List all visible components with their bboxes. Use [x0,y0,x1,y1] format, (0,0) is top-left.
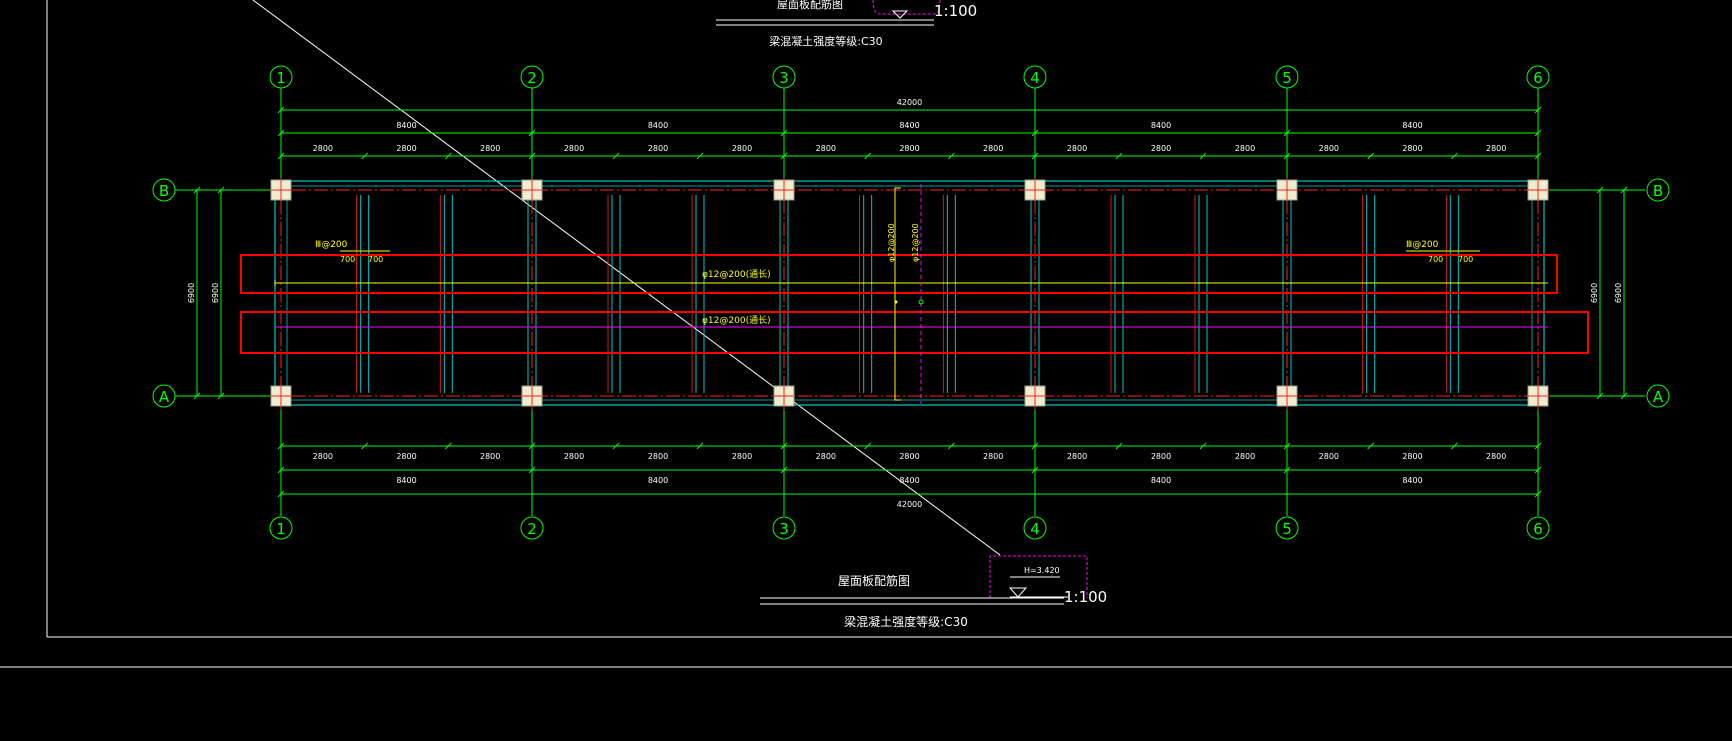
axis-label: 1 [276,520,286,538]
dim-sub: 2800 [899,452,919,461]
dim-sub: 2800 [1486,452,1506,461]
elevation-cloud [990,550,1089,560]
dim-sub: 2800 [648,144,668,153]
axis-label: 2 [527,69,537,87]
dim-bay: 8400 [396,121,416,130]
elevation-marker [1008,587,1028,598]
row-label: A [1653,388,1664,406]
bottom-scale: 1:100 [1064,588,1107,606]
left-sub-b: 700 [368,255,383,264]
top-title: 屋面板配筋图 [777,0,843,11]
dim-sub: 2800 [1319,452,1339,461]
dim-total: 42000 [897,500,922,509]
dim-bay: 8400 [1151,121,1171,130]
cad-drawing: 屋面板配筋图 梁混凝土强度等级:C30 1:100 1 1 2 2 3 3 4 4 5 5 6 6 B B… [0,0,1732,668]
dim-bay: 8400 [899,121,919,130]
top-title-block: 屋面板配筋图 梁混凝土强度等级:C30 1:100 [716,0,977,48]
side-dim-text: 6900 [187,283,196,303]
dim-sub: 2800 [1486,144,1506,153]
right-sub-a: 700 [1428,255,1443,264]
axis-label: 6 [1533,69,1543,87]
dim-sub: 2800 [564,452,584,461]
dim-sub: 2800 [1235,144,1255,153]
dim-sub: 2800 [816,452,836,461]
side-dim-text: 6900 [211,283,220,303]
dim-bay: 8400 [648,121,668,130]
axis-label: 2 [527,520,537,538]
dim-sub: 2800 [480,452,500,461]
right-rebar-note: Ⅲ@200 [1406,240,1439,250]
dim-sub: 2800 [1235,452,1255,461]
dim-bay: 8400 [396,476,416,485]
dim-sub: 2800 [1067,452,1087,461]
axis-bubbles: 1 1 2 2 3 3 4 4 5 5 6 6 B B A A [152,65,1670,540]
top-scale: 1:100 [934,2,977,20]
row-label: A [159,388,170,406]
dim-sub: 2800 [1402,144,1422,153]
axis-label: 5 [1282,520,1292,538]
dim-sub: 2800 [396,452,416,461]
highlight-box-lower [240,311,1589,354]
dim-sub: 2800 [648,452,668,461]
dim-bay: 8400 [1402,121,1422,130]
side-dim-text: 6900 [1590,283,1599,303]
dim-sub: 2800 [396,144,416,153]
axis-label: 3 [779,69,789,87]
row-label: B [159,182,169,200]
dimension-texts: 42000 8400 8400 8400 8400 8400 2800 2800 2800 280… [187,98,1623,509]
left-rebar-note: Ⅲ@200 [315,240,348,250]
dim-sub: 2800 [816,144,836,153]
dim-sub: 2800 [1067,144,1087,153]
left-sub-a: 700 [340,255,355,264]
rebar-annotations: φ12@200(通长) φ12@200(通长) Ⅲ@200 700 700 Ⅲ@… [240,184,1589,404]
dim-sub: 2800 [313,452,333,461]
dim-total: 42000 [897,98,922,107]
dimension-lines [193,106,1628,498]
axis-label: 6 [1533,520,1543,538]
diagonal-line [252,0,1001,556]
dim-sub: 2800 [1402,452,1422,461]
bottom-rebar-label: φ12@200(通长) [702,314,771,326]
axis-label: 4 [1030,69,1040,87]
dim-bay: 8400 [1402,476,1422,485]
dim-sub: 2800 [1319,144,1339,153]
axis-label: 5 [1282,69,1292,87]
dim-sub: 2800 [983,452,1003,461]
right-sub-b: 700 [1458,255,1473,264]
top-grade: 梁混凝土强度等级:C30 [769,34,882,48]
dim-sub: 2800 [313,144,333,153]
axis-label: 3 [779,520,789,538]
dim-sub: 2800 [899,144,919,153]
dim-sub: 2800 [732,144,752,153]
dim-sub: 2800 [480,144,500,153]
dim-sub: 2800 [983,144,1003,153]
row-label: B [1653,182,1663,200]
dim-bay: 8400 [648,476,668,485]
highlight-box-upper [240,254,1558,294]
dim-sub: 2800 [732,452,752,461]
bottom-grade: 梁混凝土强度等级:C30 [844,614,968,629]
vertical-rebar-b-label: φ12@200 [911,223,920,262]
bottom-title: 屋面板配筋图 [838,573,910,588]
dim-bay: 8400 [899,476,919,485]
dim-bay: 8400 [1151,476,1171,485]
drawing-frame [0,0,1732,668]
axis-label: 1 [276,69,286,87]
dim-sub: 2800 [1151,452,1171,461]
axis-label: 4 [1030,520,1040,538]
elevation-text: H=3.420 [1024,566,1060,575]
side-dim-text: 6900 [1614,283,1623,303]
top-rebar-label: φ12@200(通长) [702,268,771,280]
dim-sub: 2800 [564,144,584,153]
vertical-rebar-a-label: φ12@200 [887,223,896,262]
dim-sub: 2800 [1151,144,1171,153]
bottom-title-block: H=3.420 1:100 屋面板配筋图 梁混凝土强度等级:C30 [760,550,1107,629]
